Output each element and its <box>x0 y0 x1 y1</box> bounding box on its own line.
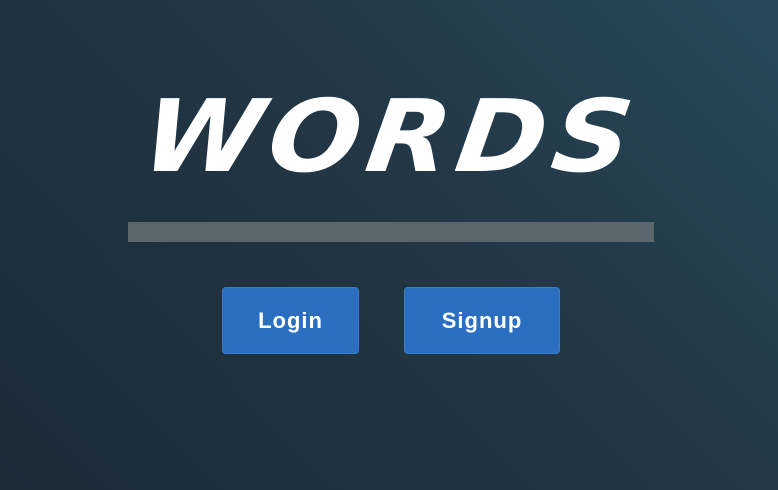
logo: WORDS <box>128 78 654 195</box>
logo-text: WORDS <box>135 78 647 195</box>
signup-button[interactable]: Signup <box>404 287 560 354</box>
login-button[interactable]: Login <box>222 287 359 354</box>
divider-bar <box>128 222 654 242</box>
